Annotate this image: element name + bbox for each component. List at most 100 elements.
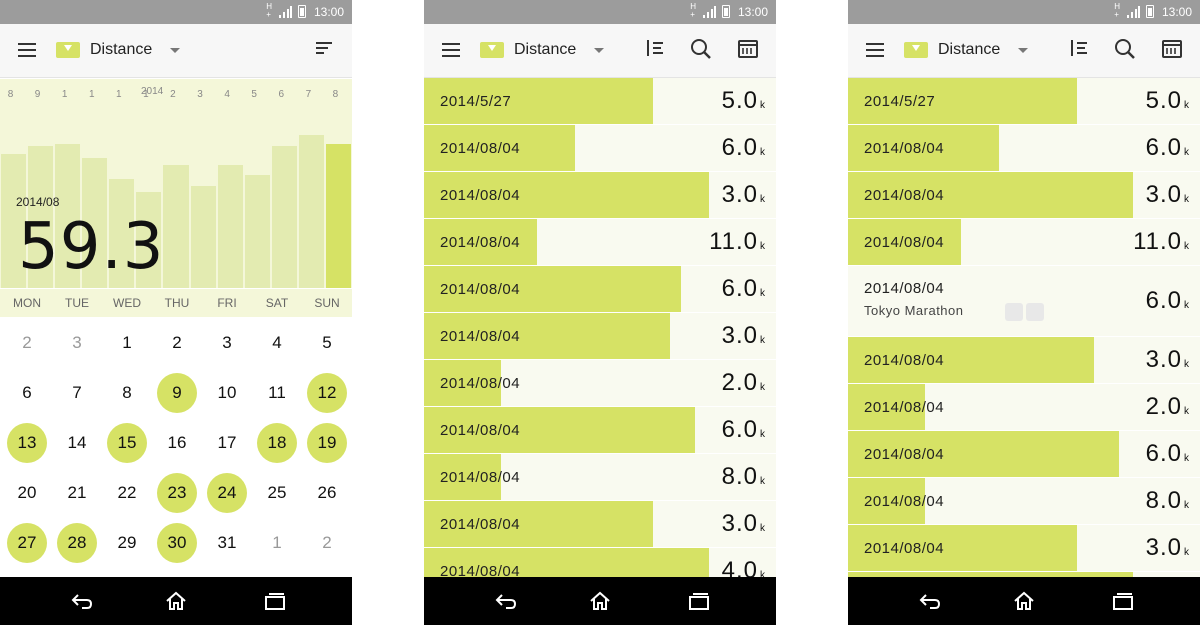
- calendar-day[interactable]: 3: [207, 323, 247, 363]
- back-icon[interactable]: [918, 591, 942, 611]
- recent-apps-icon[interactable]: [1111, 591, 1135, 611]
- activity-row[interactable]: 2014/08/04 3.0 k: [424, 172, 776, 219]
- recent-apps-icon[interactable]: [263, 591, 287, 611]
- activity-row[interactable]: 2014/08/04 4.0 k: [424, 548, 776, 577]
- month-tick-label: 8: [332, 89, 339, 100]
- calendar-day[interactable]: 26: [307, 473, 347, 513]
- calendar-day[interactable]: 17: [207, 423, 247, 463]
- home-icon[interactable]: [588, 591, 612, 611]
- activity-row[interactable]: 2014/08/04 3.0 k: [848, 337, 1200, 384]
- activity-row[interactable]: 2014/08/04 6.0 k: [424, 407, 776, 454]
- activity-row[interactable]: 2014/08/04 11.0 k: [848, 219, 1200, 266]
- calendar-day[interactable]: 14: [57, 423, 97, 463]
- dropdown-arrow-icon[interactable]: [1018, 48, 1028, 53]
- activity-row[interactable]: 2014/08/04 6.0 k: [424, 125, 776, 172]
- calendar-day[interactable]: 10: [207, 373, 247, 413]
- menu-icon[interactable]: [866, 43, 884, 57]
- activity-row[interactable]: 2014/08/04 2.0 k: [424, 360, 776, 407]
- activity-list: 2014/5/27 5.0 k 2014/08/04 6.0 k 2014/08/04 3.0…: [848, 78, 1200, 577]
- activity-row[interactable]: 2014/08/04 6.0 k: [424, 266, 776, 313]
- calendar-day[interactable]: 21: [57, 473, 97, 513]
- calendar-day-with-activity[interactable]: 12: [307, 373, 347, 413]
- calendar-day[interactable]: 3: [57, 323, 97, 363]
- dropdown-arrow-icon[interactable]: [170, 48, 180, 53]
- phone-list-screen: H + 13:00 Distance 2014/5/27 5.0 k 2014/08/0…: [424, 0, 776, 625]
- status-bar: H + 13:00: [424, 0, 776, 24]
- activity-date: 2014/08/04: [440, 563, 521, 577]
- search-icon[interactable]: [690, 38, 712, 60]
- month-bar[interactable]: [163, 165, 189, 288]
- list-view-icon[interactable]: [316, 40, 334, 58]
- activity-row[interactable]: 2014/08/04 8.0 k: [848, 478, 1200, 525]
- sort-order-icon[interactable]: [1069, 40, 1087, 58]
- metric-selector-label[interactable]: Distance: [938, 41, 1000, 59]
- calendar-day-with-activity[interactable]: 30: [157, 523, 197, 563]
- sort-order-icon[interactable]: [645, 40, 663, 58]
- calendar-day-with-activity[interactable]: 13: [7, 423, 47, 463]
- calendar-day-with-activity[interactable]: 23: [157, 473, 197, 513]
- calendar-day[interactable]: 31: [207, 523, 247, 563]
- metric-selector-label[interactable]: Distance: [90, 41, 152, 59]
- menu-icon[interactable]: [18, 43, 36, 57]
- calendar-day[interactable]: 6: [7, 373, 47, 413]
- menu-icon[interactable]: [442, 43, 460, 57]
- calendar-day[interactable]: 20: [7, 473, 47, 513]
- month-bar[interactable]: [190, 186, 216, 288]
- activity-row[interactable]: 2014/08/04 6.0 k: [848, 125, 1200, 172]
- activity-row[interactable]: 2014/5/27 5.0 k: [424, 78, 776, 125]
- calendar-day[interactable]: 22: [107, 473, 147, 513]
- activity-row[interactable]: 2014/08/04 3.0 k: [424, 313, 776, 360]
- month-bar[interactable]: [325, 144, 351, 288]
- calendar-day-with-activity[interactable]: 19: [307, 423, 347, 463]
- activity-row[interactable]: 2014/08/04 11.0 k: [424, 219, 776, 266]
- back-icon[interactable]: [494, 591, 518, 611]
- activity-row[interactable]: 2014/08/04 2.0 k: [848, 384, 1200, 431]
- activity-distance: 6.0 k: [722, 416, 766, 444]
- month-bar[interactable]: [217, 165, 243, 288]
- calendar-icon[interactable]: [738, 40, 758, 58]
- calendar-day-with-activity[interactable]: 28: [57, 523, 97, 563]
- activity-row[interactable]: 2014/08/04 8.0 k: [424, 454, 776, 501]
- calendar-day-with-activity[interactable]: 15: [107, 423, 147, 463]
- metric-selector-label[interactable]: Distance: [514, 41, 576, 59]
- activity-row[interactable]: 2014/5/27 5.0 k: [848, 78, 1200, 125]
- status-bar: H + 13:00: [0, 0, 352, 24]
- calendar-day[interactable]: 25: [257, 473, 297, 513]
- activity-row[interactable]: 2014/08/04 Tokyo Marathon 6.0 k: [848, 266, 1200, 337]
- home-icon[interactable]: [164, 591, 188, 611]
- calendar-day[interactable]: 4: [257, 323, 297, 363]
- activity-row[interactable]: 2014/08/04 3.0 k: [848, 525, 1200, 572]
- recent-apps-icon[interactable]: [687, 591, 711, 611]
- calendar-day[interactable]: 2: [157, 323, 197, 363]
- calendar-day[interactable]: 1: [107, 323, 147, 363]
- calendar-day[interactable]: 29: [107, 523, 147, 563]
- activity-distance: 3.0 k: [1146, 534, 1190, 562]
- month-bar[interactable]: [298, 135, 324, 288]
- summary-month-label: 2014/08: [16, 195, 60, 209]
- calendar-day-with-activity[interactable]: 24: [207, 473, 247, 513]
- calendar-day-with-activity[interactable]: 18: [257, 423, 297, 463]
- month-bar[interactable]: [271, 146, 297, 288]
- calendar-day[interactable]: 11: [257, 373, 297, 413]
- activity-row[interactable]: 2014/08/04 6.0 k: [848, 431, 1200, 478]
- month-bar[interactable]: [244, 175, 270, 288]
- calendar-day[interactable]: 8: [107, 373, 147, 413]
- dropdown-arrow-icon[interactable]: [594, 48, 604, 53]
- calendar-day[interactable]: 7: [57, 373, 97, 413]
- home-icon[interactable]: [1012, 591, 1036, 611]
- calendar-day[interactable]: 16: [157, 423, 197, 463]
- calendar-day[interactable]: 2: [307, 523, 347, 563]
- distance-value: 8.0: [1145, 487, 1182, 514]
- calendar-day-with-activity[interactable]: 9: [157, 373, 197, 413]
- navigation-bar: [848, 577, 1200, 625]
- calendar-day-with-activity[interactable]: 27: [7, 523, 47, 563]
- activity-list: 2014/5/27 5.0 k 2014/08/04 6.0 k 2014/08/04 3.0…: [424, 78, 776, 577]
- calendar-icon[interactable]: [1162, 40, 1182, 58]
- calendar-day[interactable]: 5: [307, 323, 347, 363]
- activity-row[interactable]: 2014/08/04 3.0 k: [424, 501, 776, 548]
- activity-row[interactable]: 2014/08/04 3.0 k: [848, 172, 1200, 219]
- back-icon[interactable]: [70, 591, 94, 611]
- search-icon[interactable]: [1114, 38, 1136, 60]
- calendar-day[interactable]: 2: [7, 323, 47, 363]
- calendar-day[interactable]: 1: [257, 523, 297, 563]
